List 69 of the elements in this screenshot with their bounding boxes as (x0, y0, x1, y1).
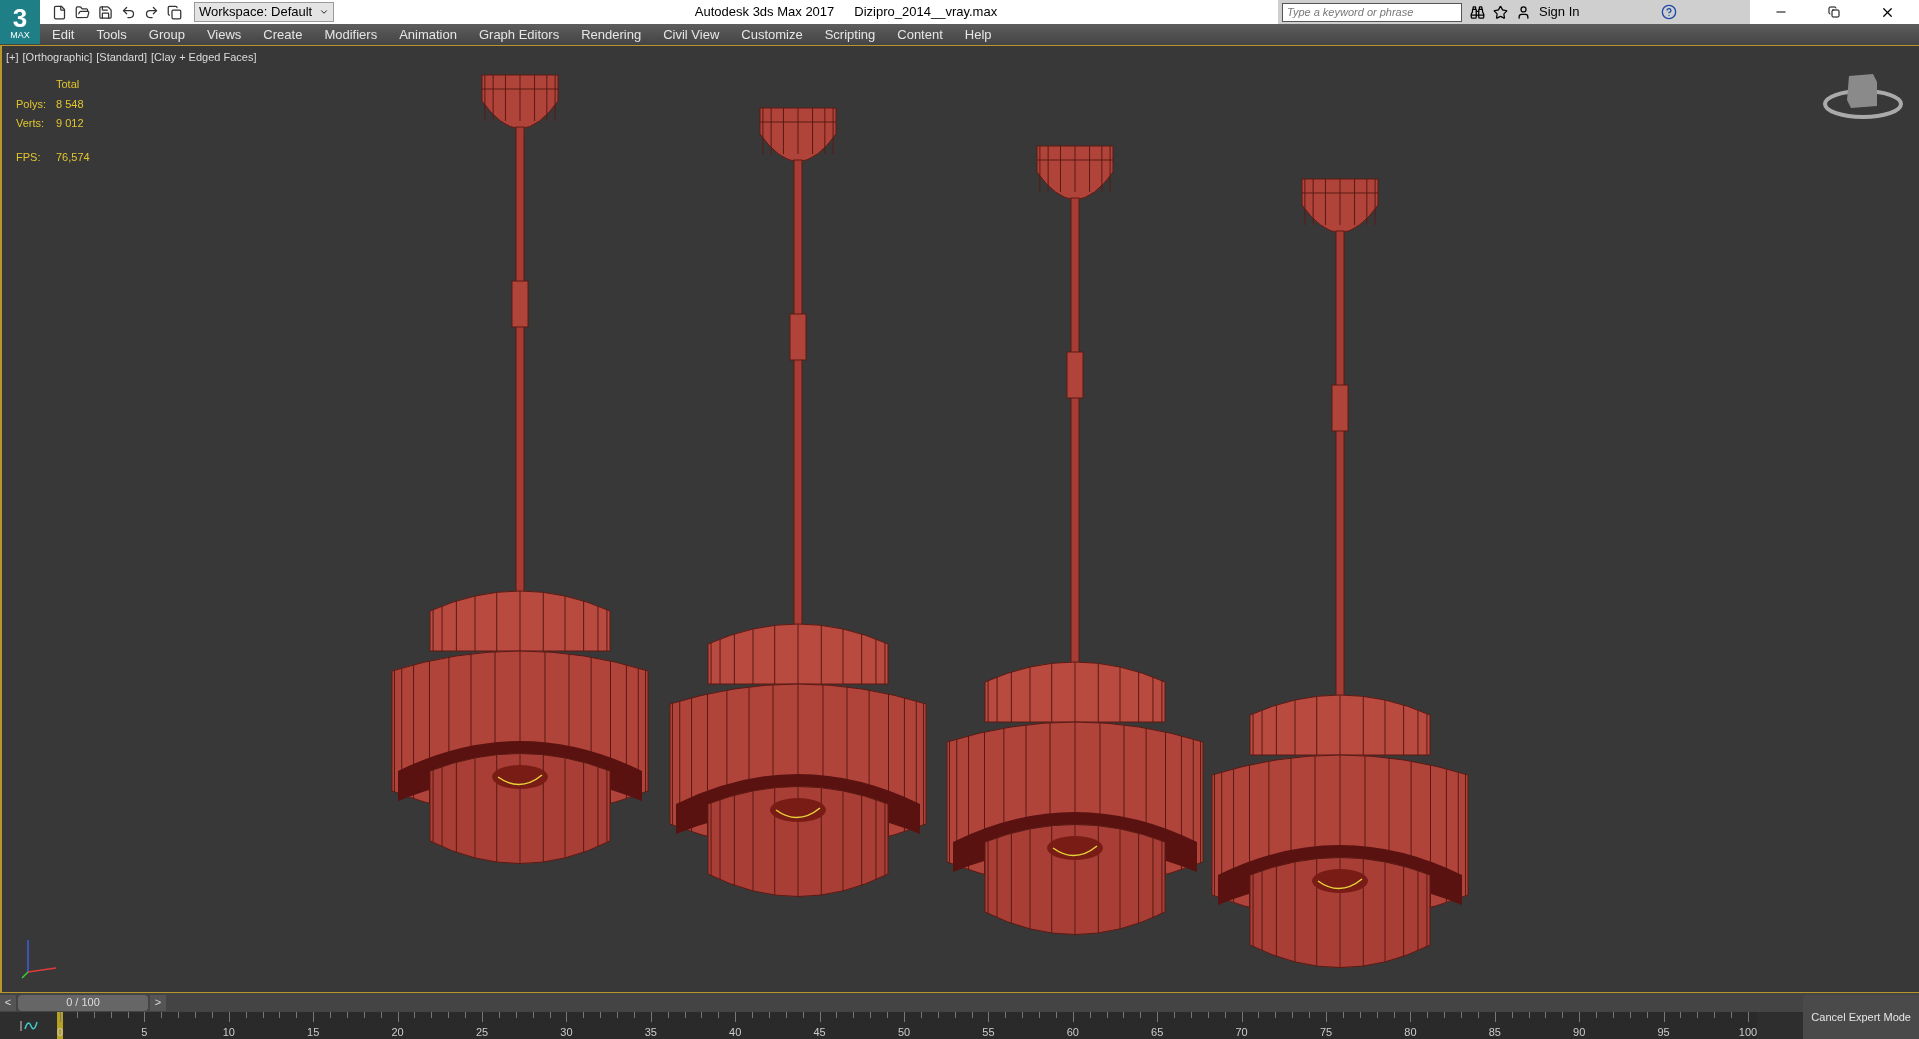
search-field[interactable]: Type a keyword or phrase (1282, 2, 1462, 22)
redo-icon[interactable] (144, 4, 159, 20)
menu-item[interactable]: Graph Editors (478, 24, 560, 45)
frame-number: 35 (644, 1025, 657, 1039)
window-title: Autodesk 3ds Max 2017 (694, 3, 835, 22)
menu-item[interactable]: Animation (399, 24, 457, 45)
stats-value: 8 548 (56, 96, 85, 112)
stats-label: FPS: (16, 149, 42, 165)
menu-item[interactable]: Tools (96, 24, 127, 45)
frame-number: 0 (56, 1025, 64, 1039)
file-name: Dizipro_2014__vray.max (854, 3, 998, 22)
curve-editor-icon[interactable] (18, 1018, 39, 1033)
frame-number: 5 (141, 1025, 148, 1039)
menu-item[interactable]: Customize (741, 24, 803, 45)
stats-header: Total (56, 77, 81, 92)
timeline-ruler[interactable]: 0 5 10 15 20 25 30 35 40 45 50 55 60 65 70 75 80 85 90 95 100 (57, 1012, 1757, 1039)
star-icon[interactable] (1493, 4, 1508, 20)
frame-number: 90 (1573, 1025, 1586, 1039)
menu-item[interactable]: Help (964, 24, 992, 45)
frame-number: 25 (475, 1025, 489, 1039)
app-logo[interactable]: 3 MAX (0, 0, 40, 44)
menu-item[interactable]: Civil View (663, 24, 720, 45)
menu-item[interactable]: Scripting (824, 24, 876, 45)
viewport-label[interactable]: [Clay + Edged Faces] (151, 49, 257, 66)
user-icon[interactable] (1516, 4, 1531, 20)
frame-number: 45 (813, 1025, 826, 1039)
stats-value: 76,574 (56, 149, 90, 165)
help-icon[interactable] (1661, 4, 1677, 20)
stats-label: Verts: (16, 116, 46, 131)
frame-counter[interactable]: 0 / 100 (18, 994, 148, 1011)
frame-number: 80 (1404, 1025, 1417, 1039)
stats-label: Polys: (16, 96, 47, 112)
frame-number: 75 (1319, 1025, 1333, 1039)
binoculars-icon[interactable] (1470, 4, 1485, 20)
next-frame-button[interactable]: > (150, 994, 166, 1011)
frame-number: 30 (560, 1025, 573, 1039)
open-folder-icon[interactable] (75, 4, 90, 20)
frame-number: 60 (1066, 1025, 1079, 1039)
cancel-expert-mode-button[interactable]: Cancel Expert Mode (1803, 995, 1919, 1039)
menu-item[interactable]: Group (148, 24, 185, 45)
frame-number: 95 (1657, 1025, 1670, 1039)
frame-number: 10 (222, 1025, 235, 1039)
menu-item[interactable]: Modifiers (324, 24, 378, 45)
viewport-label[interactable]: [+] (6, 49, 19, 66)
menu-item[interactable]: Rendering (581, 24, 642, 45)
menu-item[interactable]: Content (897, 24, 943, 45)
viewport-label[interactable]: [Standard] (96, 49, 147, 66)
frame-number: 65 (1151, 1025, 1164, 1039)
save-icon[interactable] (98, 4, 113, 20)
frame-number: 100 (1738, 1025, 1758, 1039)
frame-number: 55 (982, 1025, 995, 1039)
previous-frame-button[interactable]: < (0, 994, 16, 1011)
sign-in-link[interactable]: Sign In (1539, 2, 1629, 22)
workspace-dropdown[interactable]: Workspace: Default (194, 2, 334, 22)
frame-number: 40 (729, 1025, 742, 1039)
frame-number: 50 (897, 1025, 911, 1039)
restore-icon[interactable] (1828, 6, 1840, 18)
stats-value: 9 012 (56, 116, 85, 131)
caret-icon (319, 7, 329, 17)
new-file-icon[interactable] (52, 4, 67, 20)
menu-item[interactable]: Edit (52, 24, 75, 45)
menu-item[interactable]: Create (263, 24, 303, 45)
frame-number: 20 (391, 1025, 404, 1039)
viewport-label[interactable]: [Orthographic] (22, 49, 93, 66)
frame-number: 15 (307, 1025, 320, 1039)
frame-number: 85 (1488, 1025, 1501, 1039)
menu-item[interactable]: Views (206, 24, 242, 45)
undo-icon[interactable] (121, 4, 136, 20)
frame-number: 70 (1235, 1025, 1248, 1039)
